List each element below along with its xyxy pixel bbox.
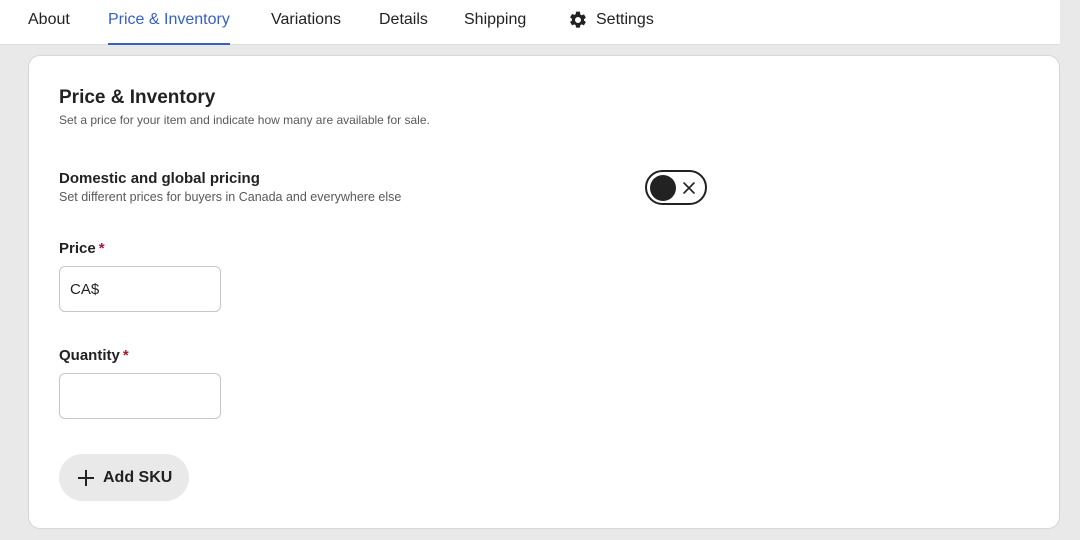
close-icon [683,182,695,194]
add-sku-label: Add SKU [103,468,173,486]
price-label: Price * [59,240,105,257]
tab-details[interactable]: Details [379,0,428,45]
tab-variations[interactable]: Variations [271,0,341,45]
tab-price-inventory[interactable]: Price & Inventory [108,0,230,45]
tab-settings-label: Settings [596,11,654,28]
domestic-global-pricing-toggle[interactable] [645,170,707,205]
section-subtitle: Set a price for your item and indicate h… [59,113,430,127]
tab-shipping[interactable]: Shipping [464,0,526,45]
section-title: Price & Inventory [59,87,216,108]
plus-icon [78,469,94,486]
domestic-global-pricing-description: Set different prices for buyers in Canad… [59,190,402,204]
tab-about[interactable]: About [28,0,70,45]
required-marker: * [122,347,129,364]
required-marker: * [98,240,105,257]
quantity-label-text: Quantity [59,347,120,364]
tab-settings[interactable]: Settings [568,0,654,45]
price-input[interactable]: CA$ [59,266,221,312]
tab-bar: About Price & Inventory Variations Detai… [0,0,1060,45]
currency-prefix: CA$ [70,280,100,298]
toggle-knob [650,175,676,201]
domestic-global-pricing-label: Domestic and global pricing [59,170,260,187]
add-sku-button[interactable]: Add SKU [59,454,189,501]
price-label-text: Price [59,240,96,257]
price-inventory-card: Price & Inventory Set a price for your i… [28,55,1060,529]
quantity-input[interactable] [59,373,221,419]
quantity-label: Quantity * [59,347,129,364]
gear-icon [570,11,586,28]
